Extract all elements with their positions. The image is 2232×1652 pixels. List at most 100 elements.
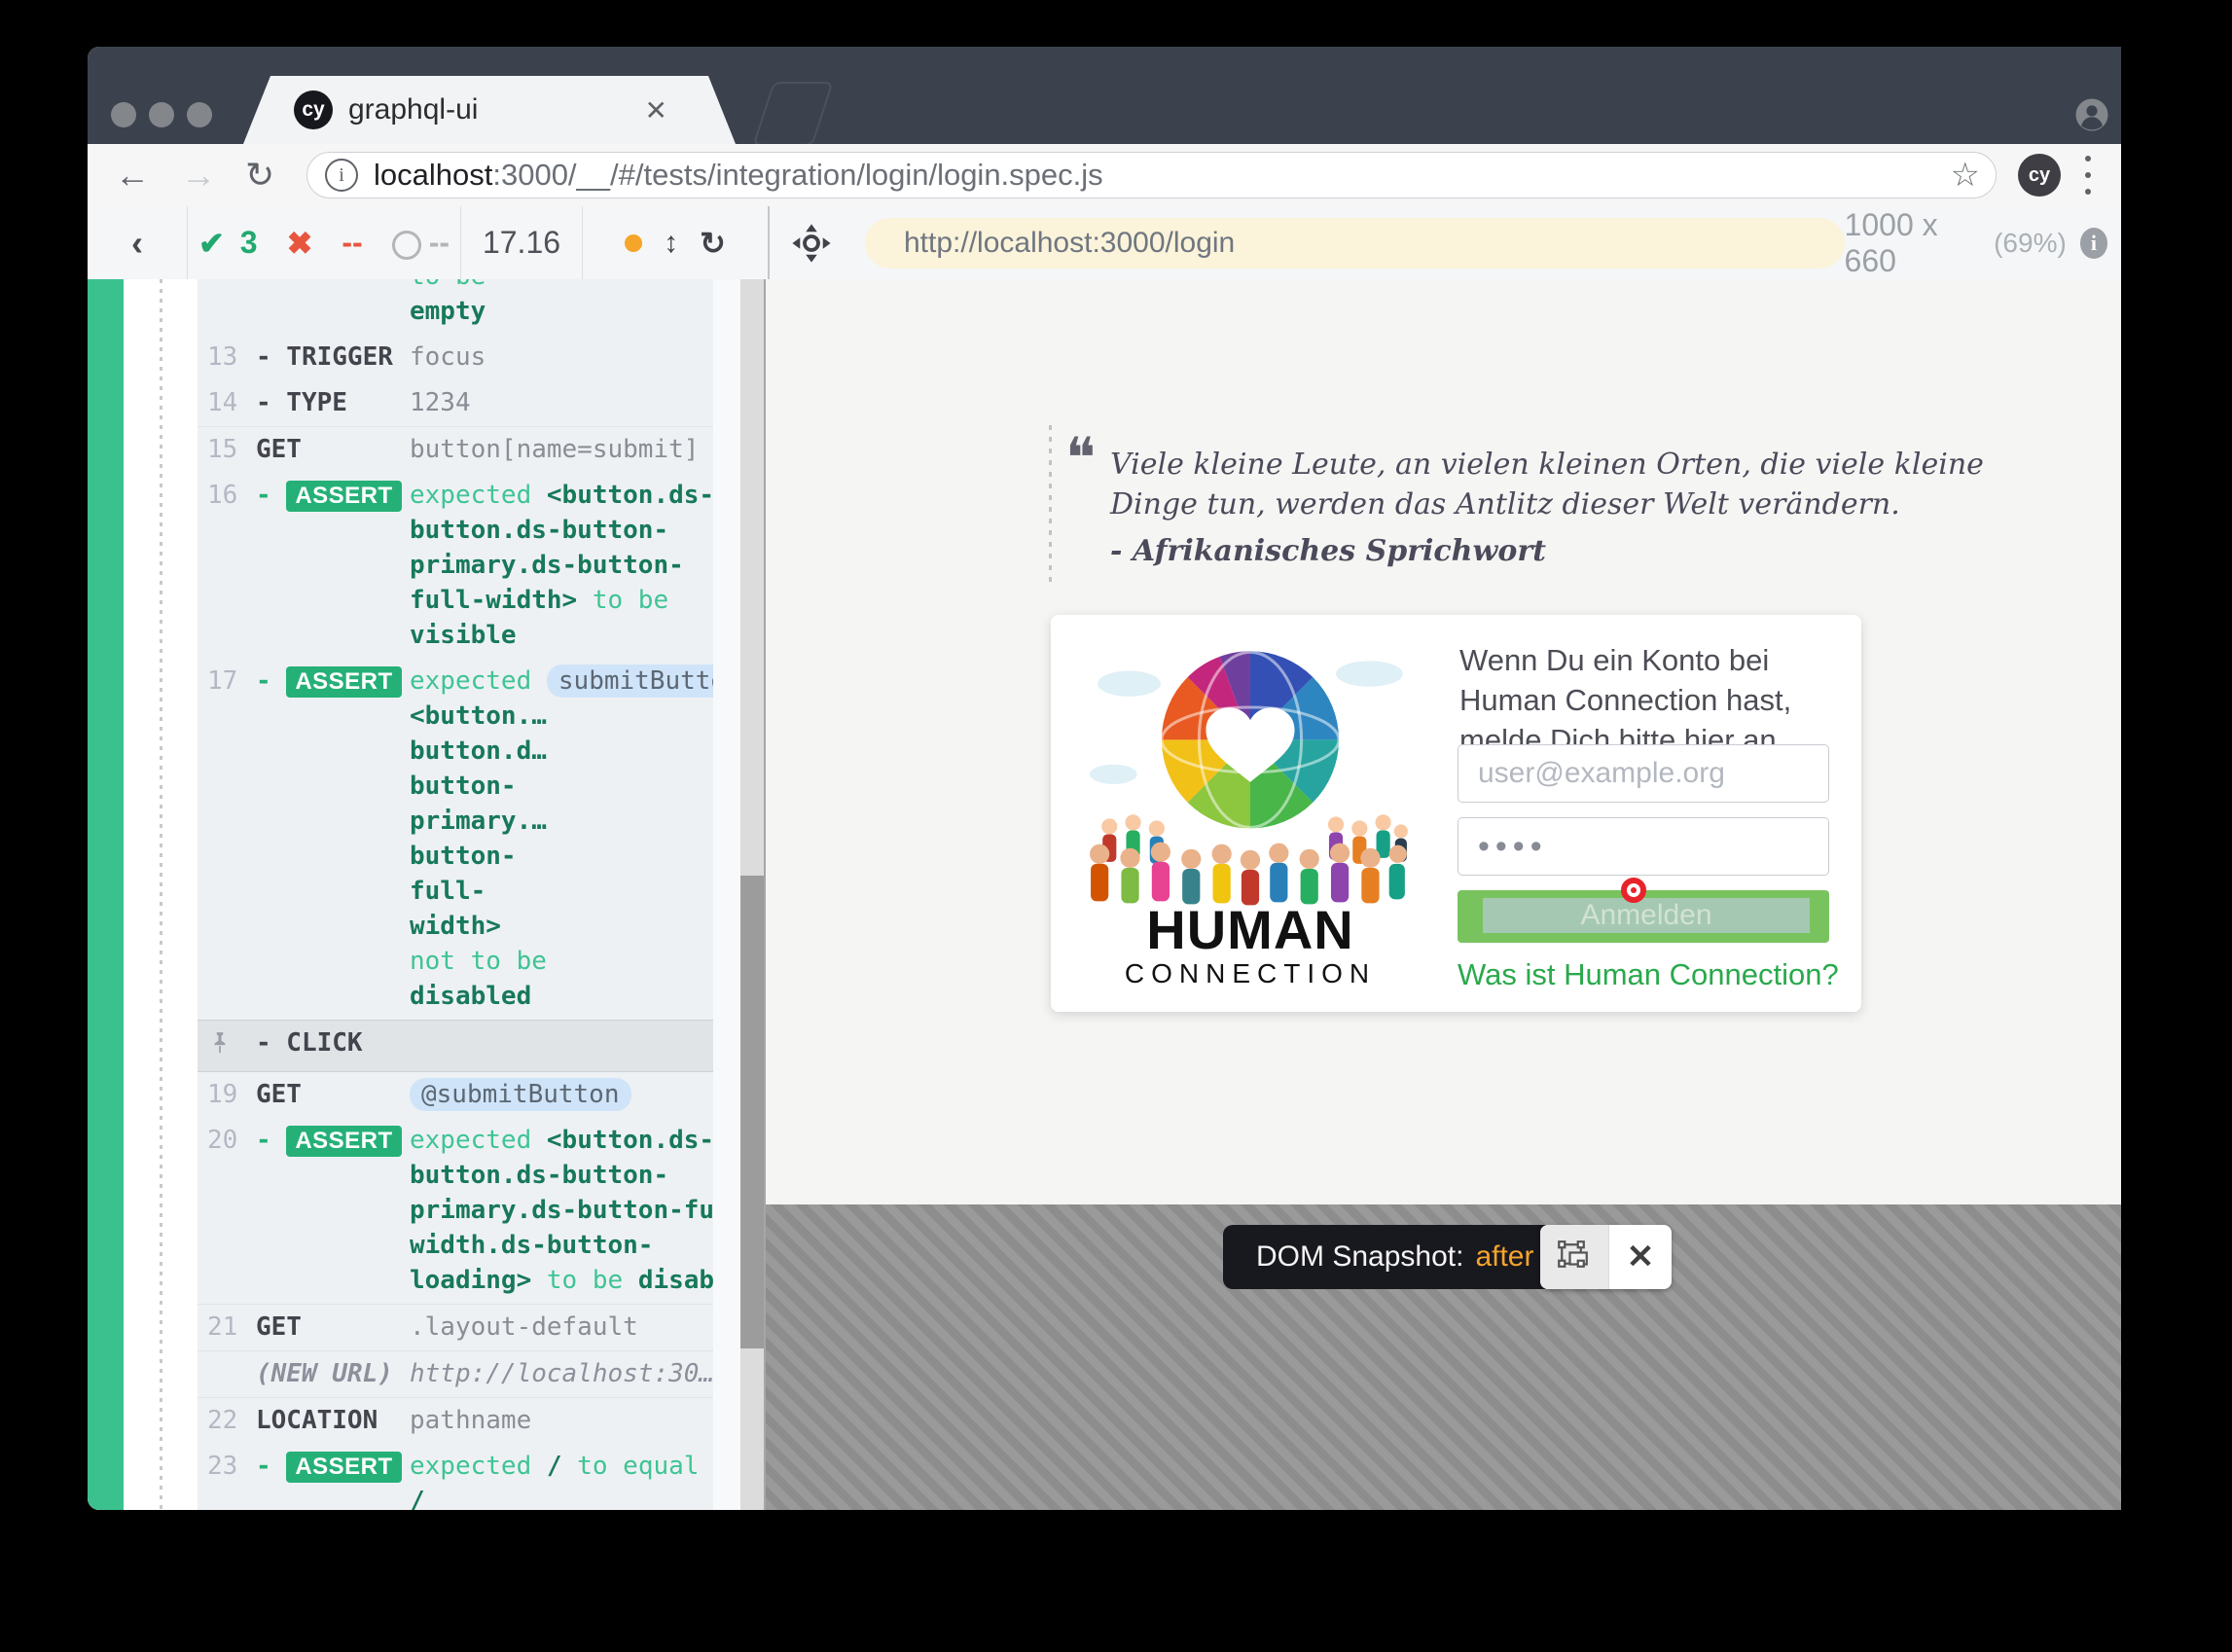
collapse-reporter-button[interactable]: ‹ bbox=[88, 206, 188, 279]
command-value: expected submitButton<button.…button.d…b… bbox=[410, 664, 713, 1014]
address-bar[interactable]: i localhost:3000/__/#/tests/integration/… bbox=[306, 152, 1997, 198]
command-value: @submitButton bbox=[410, 1077, 713, 1112]
value-text: loading> bbox=[410, 1266, 531, 1295]
runner-controls: ↕ ↻ bbox=[583, 206, 770, 279]
command-row[interactable]: to beempty bbox=[198, 279, 713, 335]
command-row-21[interactable]: 21GET.layout-default bbox=[198, 1304, 713, 1350]
command-value: http://localhost:30… bbox=[410, 1356, 713, 1391]
command-number bbox=[198, 279, 256, 329]
reporter-scrollbar-track[interactable] bbox=[740, 279, 764, 1510]
back-icon[interactable]: ← bbox=[115, 144, 150, 206]
value-text: primary.ds-button- bbox=[410, 551, 684, 580]
cypress-extension-badge[interactable]: cy bbox=[2018, 154, 2061, 197]
page-info-icon[interactable]: i bbox=[325, 159, 358, 192]
value-text: button.d… bbox=[410, 736, 547, 766]
command-row-14[interactable]: 14- TYPE1234 bbox=[198, 380, 713, 426]
tab-close-icon[interactable]: ✕ bbox=[645, 94, 667, 126]
command-number: 19 bbox=[198, 1077, 256, 1112]
command-row-23[interactable]: 23- ASSERTexpected / to equal/ bbox=[198, 1444, 713, 1510]
alias-pill[interactable]: @submitButton bbox=[410, 1078, 631, 1111]
command-name: GET bbox=[256, 432, 410, 467]
address-url[interactable]: localhost:3000/__/#/tests/integration/lo… bbox=[374, 158, 1951, 193]
bookmark-star-icon[interactable]: ☆ bbox=[1951, 156, 1980, 195]
value-text: to equal bbox=[562, 1452, 700, 1481]
command-row-13[interactable]: 13- TRIGGERfocus bbox=[198, 335, 713, 380]
profile-avatar-icon[interactable] bbox=[2074, 97, 2109, 132]
highlight-icon bbox=[1557, 1239, 1592, 1275]
window-minimize-button[interactable] bbox=[149, 102, 174, 127]
restart-tests-icon[interactable]: ↻ bbox=[700, 225, 726, 262]
pinned-marker bbox=[198, 1025, 256, 1065]
command-log: to beempty13- TRIGGERfocus14- TYPE123415… bbox=[198, 279, 713, 1510]
value-text: not to be bbox=[410, 947, 547, 976]
quote-mark-icon: ❝ bbox=[1065, 425, 1096, 491]
snapshot-close-button[interactable]: ✕ bbox=[1609, 1225, 1672, 1289]
reload-icon[interactable]: ↻ bbox=[245, 144, 274, 206]
command-row-22[interactable]: 22LOCATIONpathname bbox=[198, 1397, 713, 1444]
scroll-toggle-icon[interactable]: ↕ bbox=[664, 227, 678, 260]
password-field[interactable] bbox=[1458, 817, 1829, 876]
command-name: GET bbox=[256, 1310, 410, 1345]
command-row-20[interactable]: 20- ASSERTexpected <button.ds-button.ds-… bbox=[198, 1118, 713, 1304]
command-name: GET bbox=[256, 1077, 410, 1112]
app-url[interactable]: http://localhost:3000/login bbox=[865, 218, 1845, 269]
value-text: to be bbox=[410, 279, 486, 291]
command-value: button[name=submit] bbox=[410, 432, 713, 467]
content: to beempty13- TRIGGERfocus14- TYPE123415… bbox=[88, 279, 2121, 1510]
forward-icon[interactable]: → bbox=[181, 144, 216, 206]
command-row[interactable]: (NEW URL)http://localhost:30… bbox=[198, 1350, 713, 1397]
command-row-15[interactable]: 15GETbutton[name=submit] bbox=[198, 426, 713, 473]
tab-title: graphql-ui bbox=[348, 93, 645, 126]
command-row[interactable]: - CLICK bbox=[198, 1020, 713, 1072]
command-row-19[interactable]: 19GET@submitButton bbox=[198, 1072, 713, 1118]
command-value: .layout-default bbox=[410, 1310, 713, 1345]
reporter-scrollbar-thumb[interactable] bbox=[740, 876, 764, 1348]
app-header: http://localhost:3000/login 1000 x 660 (… bbox=[770, 206, 2121, 279]
command-name: - ASSERT bbox=[256, 1123, 410, 1298]
command-number: 23 bbox=[198, 1449, 256, 1510]
browser-titlebar: cy graphql-ui ✕ bbox=[88, 47, 2121, 144]
reporter-scroll-zone bbox=[713, 279, 764, 1510]
command-row-17[interactable]: 17- ASSERTexpected submitButton<button.…… bbox=[198, 659, 713, 1020]
value-text: full-width> bbox=[410, 586, 577, 615]
command-number: 16 bbox=[198, 478, 256, 653]
command-number: 15 bbox=[198, 432, 256, 467]
window-close-button[interactable] bbox=[111, 102, 136, 127]
command-number: 17 bbox=[198, 664, 256, 1014]
browser-tab[interactable]: cy graphql-ui ✕ bbox=[243, 76, 736, 144]
command-value: focus bbox=[410, 340, 713, 375]
email-field[interactable] bbox=[1458, 744, 1829, 803]
snapshot-label: DOM Snapshot: bbox=[1256, 1240, 1463, 1274]
value-text: pathname bbox=[410, 1406, 531, 1435]
failed-count: -- bbox=[342, 225, 362, 261]
viewport-info: 1000 x 660 (69%) i bbox=[1845, 207, 2107, 279]
value-text: button- bbox=[410, 842, 517, 871]
value-text: expected bbox=[410, 1126, 547, 1155]
command-number: 21 bbox=[198, 1310, 256, 1345]
command-name: - ASSERT bbox=[256, 664, 410, 1014]
test-body-gutter bbox=[160, 279, 162, 1510]
window-zoom-button[interactable] bbox=[187, 102, 212, 127]
submit-button-label: Anmelden bbox=[1483, 898, 1810, 933]
browser-menu-icon[interactable] bbox=[2084, 156, 2092, 195]
failed-icon: ✖ bbox=[287, 225, 313, 262]
value-text: http://localhost:30… bbox=[410, 1359, 713, 1388]
value-text: disable… bbox=[638, 1266, 713, 1295]
value-text: expected bbox=[410, 481, 547, 510]
value-text: width.ds-button- bbox=[410, 1231, 653, 1260]
wordmark: HUMAN CONNECTION bbox=[1080, 903, 1421, 990]
new-tab-button[interactable] bbox=[752, 82, 833, 146]
quote-text: Viele kleine Leute, an vielen kleinen Or… bbox=[1110, 445, 2054, 524]
autoscroll-dot-icon[interactable] bbox=[625, 234, 642, 252]
what-is-link[interactable]: Was ist Human Connection? bbox=[1458, 957, 1839, 992]
value-text: <button.ds- bbox=[547, 1126, 713, 1155]
click-event-marker bbox=[1621, 878, 1646, 903]
value-text: / bbox=[547, 1452, 562, 1481]
value-text: width> bbox=[410, 912, 501, 941]
snapshot-highlight-button[interactable] bbox=[1540, 1225, 1609, 1289]
alias-pill[interactable]: submitButton bbox=[547, 664, 713, 698]
command-name bbox=[256, 279, 410, 329]
command-row-16[interactable]: 16- ASSERTexpected <button.ds-button.ds-… bbox=[198, 473, 713, 659]
selector-playground-icon[interactable] bbox=[791, 223, 832, 264]
viewport-info-icon[interactable]: i bbox=[2080, 228, 2107, 259]
